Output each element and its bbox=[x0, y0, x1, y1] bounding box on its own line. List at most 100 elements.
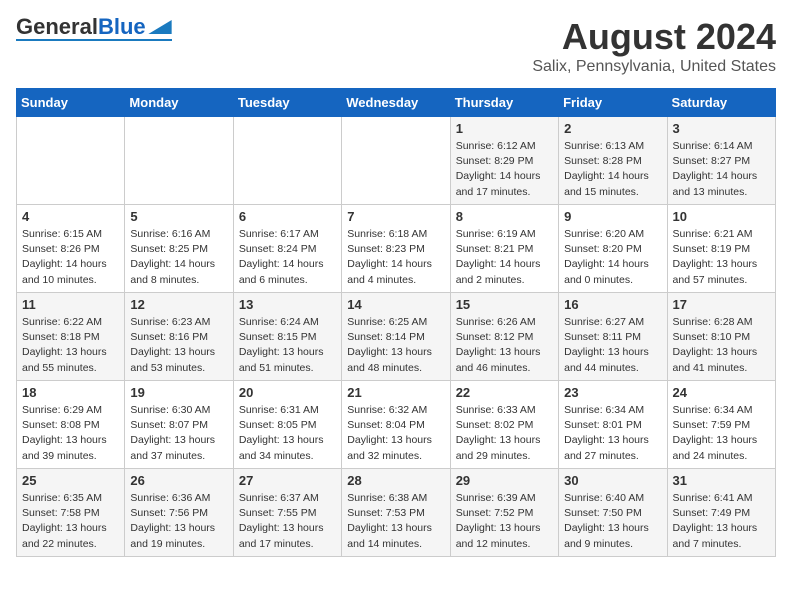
calendar-cell: 16 Sunrise: 6:27 AMSunset: 8:11 PMDayligh… bbox=[559, 293, 667, 381]
day-number: 14 bbox=[347, 297, 444, 312]
calendar-week-row: 25 Sunrise: 6:35 AMSunset: 7:58 PMDayligh… bbox=[17, 469, 776, 557]
calendar-cell: 31 Sunrise: 6:41 AMSunset: 7:49 PMDayligh… bbox=[667, 469, 775, 557]
day-info: Sunrise: 6:33 AMSunset: 8:02 PMDaylight:… bbox=[456, 403, 553, 464]
logo: GeneralBlue bbox=[16, 16, 172, 41]
day-number: 30 bbox=[564, 473, 661, 488]
day-info: Sunrise: 6:18 AMSunset: 8:23 PMDaylight:… bbox=[347, 227, 444, 288]
day-info: Sunrise: 6:27 AMSunset: 8:11 PMDaylight:… bbox=[564, 315, 661, 376]
calendar-week-row: 18 Sunrise: 6:29 AMSunset: 8:08 PMDayligh… bbox=[17, 381, 776, 469]
day-number: 11 bbox=[22, 297, 119, 312]
logo-arrow-icon bbox=[148, 20, 172, 34]
calendar-cell bbox=[342, 117, 450, 205]
calendar-cell: 6 Sunrise: 6:17 AMSunset: 8:24 PMDaylight… bbox=[233, 205, 341, 293]
calendar-cell: 2Sunrise: 6:13 AMSunset: 8:28 PMDaylight… bbox=[559, 117, 667, 205]
calendar-cell: 24 Sunrise: 6:34 AMSunset: 7:59 PMDayligh… bbox=[667, 381, 775, 469]
day-info: Sunrise: 6:21 AMSunset: 8:19 PMDaylight:… bbox=[673, 227, 770, 288]
day-number: 6 bbox=[239, 209, 336, 224]
day-number: 10 bbox=[673, 209, 770, 224]
day-of-week-header: Saturday bbox=[667, 89, 775, 117]
calendar-cell: 11 Sunrise: 6:22 AMSunset: 8:18 PMDayligh… bbox=[17, 293, 125, 381]
day-number: 4 bbox=[22, 209, 119, 224]
day-info: Sunrise: 6:17 AMSunset: 8:24 PMDaylight:… bbox=[239, 227, 336, 288]
day-info: Sunrise: 6:34 AMSunset: 8:01 PMDaylight:… bbox=[564, 403, 661, 464]
calendar-cell: 29 Sunrise: 6:39 AMSunset: 7:52 PMDayligh… bbox=[450, 469, 558, 557]
calendar-cell: 26 Sunrise: 6:36 AMSunset: 7:56 PMDayligh… bbox=[125, 469, 233, 557]
calendar-cell bbox=[233, 117, 341, 205]
day-info: Sunrise: 6:35 AMSunset: 7:58 PMDaylight:… bbox=[22, 491, 119, 552]
day-info: Sunrise: 6:31 AMSunset: 8:05 PMDaylight:… bbox=[239, 403, 336, 464]
day-number: 28 bbox=[347, 473, 444, 488]
day-info: Sunrise: 6:24 AMSunset: 8:15 PMDaylight:… bbox=[239, 315, 336, 376]
calendar-cell: 4 Sunrise: 6:15 AMSunset: 8:26 PMDaylight… bbox=[17, 205, 125, 293]
day-info: Sunrise: 6:40 AMSunset: 7:50 PMDaylight:… bbox=[564, 491, 661, 552]
day-number: 27 bbox=[239, 473, 336, 488]
day-info: Sunrise: 6:32 AMSunset: 8:04 PMDaylight:… bbox=[347, 403, 444, 464]
day-info: Sunrise: 6:34 AMSunset: 7:59 PMDaylight:… bbox=[673, 403, 770, 464]
day-info: Sunrise: 6:26 AMSunset: 8:12 PMDaylight:… bbox=[456, 315, 553, 376]
day-number: 5 bbox=[130, 209, 227, 224]
day-of-week-header: Friday bbox=[559, 89, 667, 117]
logo-text: GeneralBlue bbox=[16, 16, 146, 38]
day-number: 18 bbox=[22, 385, 119, 400]
day-number: 13 bbox=[239, 297, 336, 312]
calendar-cell: 22Sunrise: 6:33 AMSunset: 8:02 PMDayligh… bbox=[450, 381, 558, 469]
calendar-header-row: SundayMondayTuesdayWednesdayThursdayFrid… bbox=[17, 89, 776, 117]
day-of-week-header: Tuesday bbox=[233, 89, 341, 117]
header: GeneralBlue August 2024 Salix, Pennsylva… bbox=[16, 16, 776, 76]
day-number: 1 bbox=[456, 121, 553, 136]
day-info: Sunrise: 6:20 AMSunset: 8:20 PMDaylight:… bbox=[564, 227, 661, 288]
calendar-cell bbox=[17, 117, 125, 205]
calendar-cell: 30 Sunrise: 6:40 AMSunset: 7:50 PMDayligh… bbox=[559, 469, 667, 557]
calendar-cell: 9Sunrise: 6:20 AMSunset: 8:20 PMDaylight… bbox=[559, 205, 667, 293]
calendar-cell: 27Sunrise: 6:37 AMSunset: 7:55 PMDayligh… bbox=[233, 469, 341, 557]
day-info: Sunrise: 6:12 AMSunset: 8:29 PMDaylight:… bbox=[456, 139, 553, 200]
day-of-week-header: Sunday bbox=[17, 89, 125, 117]
day-info: Sunrise: 6:15 AMSunset: 8:26 PMDaylight:… bbox=[22, 227, 119, 288]
calendar-cell: 28 Sunrise: 6:38 AMSunset: 7:53 PMDayligh… bbox=[342, 469, 450, 557]
calendar-cell: 12 Sunrise: 6:23 AMSunset: 8:16 PMDayligh… bbox=[125, 293, 233, 381]
calendar-week-row: 4 Sunrise: 6:15 AMSunset: 8:26 PMDaylight… bbox=[17, 205, 776, 293]
day-number: 25 bbox=[22, 473, 119, 488]
day-info: Sunrise: 6:22 AMSunset: 8:18 PMDaylight:… bbox=[22, 315, 119, 376]
day-info: Sunrise: 6:38 AMSunset: 7:53 PMDaylight:… bbox=[347, 491, 444, 552]
calendar-cell: 19Sunrise: 6:30 AMSunset: 8:07 PMDayligh… bbox=[125, 381, 233, 469]
calendar-table: SundayMondayTuesdayWednesdayThursdayFrid… bbox=[16, 88, 776, 557]
day-number: 29 bbox=[456, 473, 553, 488]
day-number: 7 bbox=[347, 209, 444, 224]
calendar-cell: 20 Sunrise: 6:31 AMSunset: 8:05 PMDayligh… bbox=[233, 381, 341, 469]
day-number: 26 bbox=[130, 473, 227, 488]
day-info: Sunrise: 6:39 AMSunset: 7:52 PMDaylight:… bbox=[456, 491, 553, 552]
day-number: 16 bbox=[564, 297, 661, 312]
day-number: 20 bbox=[239, 385, 336, 400]
day-info: Sunrise: 6:23 AMSunset: 8:16 PMDaylight:… bbox=[130, 315, 227, 376]
calendar-cell: 13 Sunrise: 6:24 AMSunset: 8:15 PMDayligh… bbox=[233, 293, 341, 381]
calendar-cell: 21Sunrise: 6:32 AMSunset: 8:04 PMDayligh… bbox=[342, 381, 450, 469]
day-info: Sunrise: 6:25 AMSunset: 8:14 PMDaylight:… bbox=[347, 315, 444, 376]
calendar-cell: 14 Sunrise: 6:25 AMSunset: 8:14 PMDayligh… bbox=[342, 293, 450, 381]
day-info: Sunrise: 6:13 AMSunset: 8:28 PMDaylight:… bbox=[564, 139, 661, 200]
day-number: 24 bbox=[673, 385, 770, 400]
day-info: Sunrise: 6:36 AMSunset: 7:56 PMDaylight:… bbox=[130, 491, 227, 552]
day-info: Sunrise: 6:41 AMSunset: 7:49 PMDaylight:… bbox=[673, 491, 770, 552]
day-info: Sunrise: 6:14 AMSunset: 8:27 PMDaylight:… bbox=[673, 139, 770, 200]
calendar-cell: 3Sunrise: 6:14 AMSunset: 8:27 PMDaylight… bbox=[667, 117, 775, 205]
day-info: Sunrise: 6:16 AMSunset: 8:25 PMDaylight:… bbox=[130, 227, 227, 288]
calendar-week-row: 11 Sunrise: 6:22 AMSunset: 8:18 PMDayligh… bbox=[17, 293, 776, 381]
main-title: August 2024 bbox=[532, 16, 776, 58]
day-info: Sunrise: 6:19 AMSunset: 8:21 PMDaylight:… bbox=[456, 227, 553, 288]
day-number: 17 bbox=[673, 297, 770, 312]
calendar-cell: 10 Sunrise: 6:21 AMSunset: 8:19 PMDayligh… bbox=[667, 205, 775, 293]
calendar-cell bbox=[125, 117, 233, 205]
subtitle: Salix, Pennsylvania, United States bbox=[532, 58, 776, 76]
calendar-cell: 15Sunrise: 6:26 AMSunset: 8:12 PMDayligh… bbox=[450, 293, 558, 381]
day-info: Sunrise: 6:30 AMSunset: 8:07 PMDaylight:… bbox=[130, 403, 227, 464]
calendar-cell: 17Sunrise: 6:28 AMSunset: 8:10 PMDayligh… bbox=[667, 293, 775, 381]
calendar-cell: 5 Sunrise: 6:16 AMSunset: 8:25 PMDaylight… bbox=[125, 205, 233, 293]
day-number: 31 bbox=[673, 473, 770, 488]
day-info: Sunrise: 6:29 AMSunset: 8:08 PMDaylight:… bbox=[22, 403, 119, 464]
calendar-cell: 7 Sunrise: 6:18 AMSunset: 8:23 PMDaylight… bbox=[342, 205, 450, 293]
title-block: August 2024 Salix, Pennsylvania, United … bbox=[532, 16, 776, 76]
calendar-cell: 25 Sunrise: 6:35 AMSunset: 7:58 PMDayligh… bbox=[17, 469, 125, 557]
calendar-cell: 18 Sunrise: 6:29 AMSunset: 8:08 PMDayligh… bbox=[17, 381, 125, 469]
day-number: 12 bbox=[130, 297, 227, 312]
